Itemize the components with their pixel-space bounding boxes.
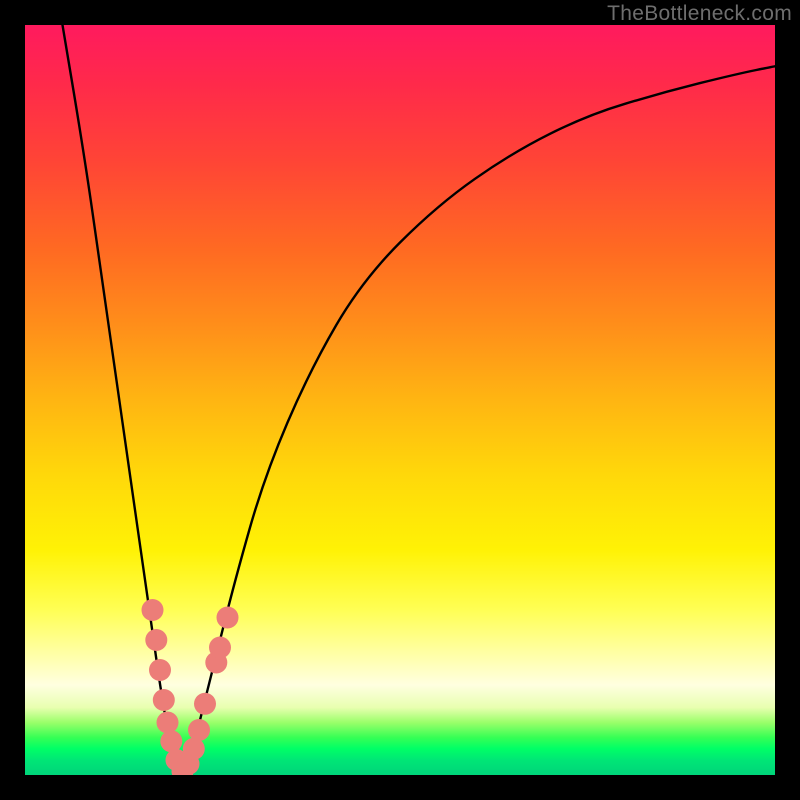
chart-frame: TheBottleneck.com	[0, 0, 800, 800]
curve-marker	[145, 629, 167, 651]
curve-marker	[194, 693, 216, 715]
chart-svg	[25, 25, 775, 775]
bottleneck-curve	[63, 25, 776, 771]
curve-marker	[183, 738, 205, 760]
curve-marker	[188, 719, 210, 741]
curve-marker	[157, 712, 179, 734]
watermark-text: TheBottleneck.com	[607, 2, 792, 26]
curve-marker	[153, 689, 175, 711]
curve-marker	[209, 637, 231, 659]
curve-marker	[149, 659, 171, 681]
curve-marker	[142, 599, 164, 621]
curve-marker	[160, 730, 182, 752]
curve-markers	[142, 599, 239, 775]
chart-plot-area	[25, 25, 775, 775]
curve-marker	[217, 607, 239, 629]
